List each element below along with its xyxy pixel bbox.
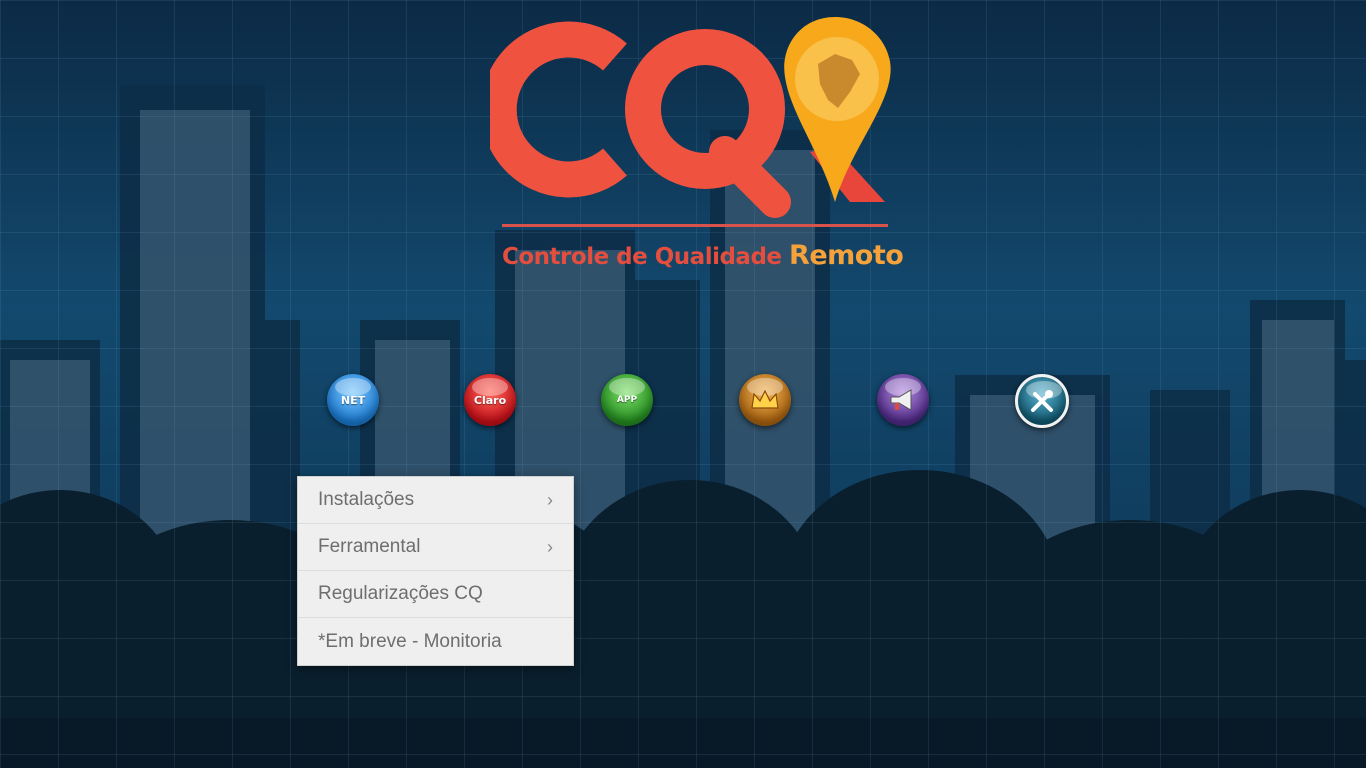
tools-icon[interactable]: [1015, 374, 1069, 428]
crown-glyph: [751, 389, 779, 409]
tools-glyph: [1031, 390, 1053, 412]
megaphone-icon[interactable]: [877, 374, 929, 426]
net-icon-label: NET: [340, 393, 366, 407]
tagline-main: Controle de Qualidade: [502, 244, 782, 270]
logo-tagline: Controle de Qualidade Remoto: [502, 240, 904, 271]
menu-item-label: Instalações: [318, 489, 415, 510]
dropdown-menu: Instalações › Ferramental › Regularizaçõ…: [297, 476, 574, 666]
chevron-right-icon: ›: [547, 536, 553, 557]
menu-item-label: Regularizações CQ: [318, 583, 483, 604]
chevron-right-icon: ›: [547, 489, 553, 510]
claro-icon[interactable]: Claro: [464, 374, 516, 426]
menu-item-instalacoes[interactable]: Instalações ›: [298, 477, 573, 524]
menu-item-label: *Em breve - Monitoria: [318, 630, 502, 652]
megaphone-glyph: [890, 389, 912, 411]
menu-item-em-breve-monitoria[interactable]: *Em breve - Monitoria: [298, 618, 573, 665]
android-app-icon-label: APP: [616, 395, 638, 405]
tagline-accent: Remoto: [789, 240, 904, 271]
android-app-icon[interactable]: APP: [601, 374, 653, 426]
menu-item-label: Ferramental: [318, 536, 421, 557]
crown-icon[interactable]: [739, 374, 791, 426]
net-icon[interactable]: NET: [327, 374, 379, 426]
claro-icon-label: Claro: [473, 393, 507, 407]
menu-item-regularizacoes-cq[interactable]: Regularizações CQ: [298, 571, 573, 618]
menu-item-ferramental[interactable]: Ferramental ›: [298, 524, 573, 571]
logo-divider: [502, 224, 888, 227]
